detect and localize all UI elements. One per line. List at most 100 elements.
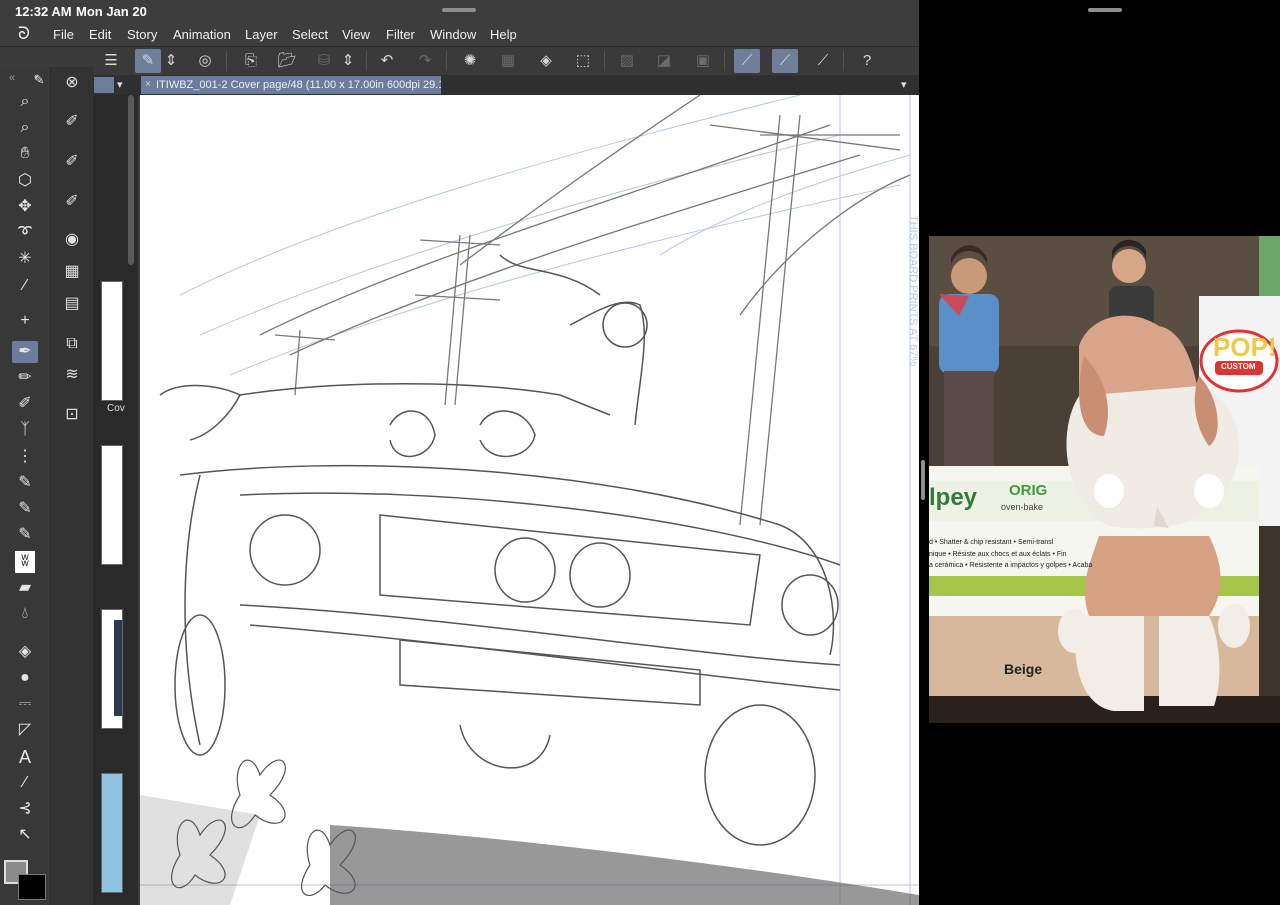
color-set-icon[interactable]: ▦ (59, 260, 85, 284)
ios-status-bar: 12:32 AM Mon Jan 20 (0, 0, 919, 22)
object-select-icon[interactable]: ⬡ (12, 170, 38, 192)
save-icon[interactable]: ⛁ (311, 49, 337, 73)
collapse-left-icon[interactable]: « (3, 67, 21, 89)
blend-icon[interactable]: ✎ (12, 524, 38, 546)
transform-icon[interactable]: ⬚ (570, 49, 596, 73)
tab-overflow-chevron-icon[interactable]: ▾ (901, 78, 907, 91)
correct-line-icon[interactable]: ↖ (12, 824, 38, 846)
menu-animation[interactable]: Animation (173, 27, 231, 42)
figure-icon[interactable]: ⎓ (12, 693, 38, 715)
tool-palette: « › ✎ ⌕ ⌕ ✋︎ ⬡ ✥ ➰︎ ✳︎ ⁄ + ✒︎ ✏︎ ✐ ᛉ ⋮ ✎… (0, 67, 50, 905)
zoom-out-icon[interactable]: ⌕ (12, 117, 38, 139)
eyedropper-icon[interactable]: ⁄ (12, 275, 38, 297)
new-file-icon[interactable]: ⎘ (238, 49, 264, 73)
brush-size-icon[interactable]: ✐ (59, 190, 85, 214)
paint-brush-icon[interactable]: ᛉ (12, 419, 38, 441)
close-tab-icon[interactable]: × (145, 76, 151, 94)
gradient-icon[interactable]: ● (12, 667, 38, 689)
fill-bucket-icon[interactable]: ◈ (12, 641, 38, 663)
tab-list-chevron-icon[interactable]: ▾ (117, 78, 123, 91)
page-thumbnail[interactable] (101, 773, 123, 893)
magic-wand-icon[interactable]: ✳︎ (12, 248, 38, 270)
marker-icon[interactable]: ✎ (12, 498, 38, 520)
ruler-snap-icon[interactable]: ⟋ (734, 49, 760, 73)
clear-icon[interactable]: ▦ (495, 49, 521, 73)
clip-studio-window: 12:32 AM Mon Jan 20 ᘐ File Edit Story An… (0, 0, 919, 905)
ruler-icon[interactable]: ∕ (12, 772, 38, 794)
page-caption: Cov (107, 403, 125, 414)
deselect-icon[interactable]: ▨ (614, 49, 640, 73)
loading-spinner-icon[interactable]: ✺ (457, 49, 483, 73)
zoom-icon[interactable]: ⌕ (12, 91, 38, 113)
sub-tool-palette: ⊗ ✐ ✐ ✐ ◉ ▦ ▤ ⧉ ≋ ⊡ (50, 67, 93, 905)
balloon-icon[interactable]: ⊰ (12, 798, 38, 820)
document-tab[interactable]: × ITIWBZ_001-2 Cover page/48 (11.00 x 17… (141, 76, 441, 94)
photo-scene (929, 236, 1280, 723)
hand-icon[interactable]: ✋︎ (12, 143, 38, 165)
airbrush-icon[interactable]: ⋮ (12, 446, 38, 468)
app-logo-icon[interactable]: ᘐ (14, 24, 34, 44)
help-icon[interactable]: ? (854, 49, 880, 73)
page-thumbnail[interactable] (101, 445, 123, 565)
snap-special-ruler-icon[interactable]: ⟋ (772, 49, 798, 73)
select-edge-icon[interactable]: ▣ (690, 49, 716, 73)
smudge-icon[interactable]: 💧︎ (12, 603, 38, 625)
box-text-line-3: a cerámica • Resistente a impactos y gol… (929, 562, 1093, 569)
menu-help[interactable]: Help (490, 27, 517, 42)
layer-search-icon[interactable]: ⧉ (59, 332, 85, 356)
menu-edit[interactable]: Edit (89, 27, 111, 42)
menu-window[interactable]: Window (430, 27, 476, 42)
redo-icon[interactable]: ↷ (412, 49, 438, 73)
open-folder-icon[interactable]: 📂︎ (274, 49, 300, 73)
split-view-handle[interactable] (921, 460, 925, 500)
tool-property-icon[interactable]: ✐ (59, 150, 85, 174)
multitask-grabber[interactable] (442, 8, 476, 12)
menu-file[interactable]: File (53, 27, 74, 42)
move-icon[interactable]: ✥ (12, 196, 38, 218)
invert-selection-icon[interactable]: ◪ (651, 49, 677, 73)
hamburger-menu-icon[interactable]: ☰ (98, 49, 124, 73)
layers-icon[interactable]: ≋ (59, 363, 85, 387)
text-icon[interactable]: A (12, 746, 38, 768)
page-navigator: Cov (93, 95, 138, 905)
drawing-canvas[interactable]: THIS BOARD PRINTS AT 67% (140, 95, 919, 905)
pen-icon[interactable]: ✒︎ (12, 341, 38, 363)
grass-brush-icon[interactable]: ʬ (15, 551, 35, 573)
edit-mode-icon[interactable]: ✎ (135, 49, 161, 73)
brush-icon[interactable]: ✐ (12, 393, 38, 415)
add-point-icon[interactable]: + (12, 310, 38, 332)
box-original: ORIG (1009, 482, 1048, 499)
color-wheel-icon[interactable]: ◉ (59, 228, 85, 252)
material-icon[interactable]: ⊡ (59, 403, 85, 427)
sub-color-swatch[interactable] (18, 874, 46, 900)
clip-studio-icon[interactable]: ◎ (192, 49, 218, 73)
fill-icon[interactable]: ◈ (533, 49, 559, 73)
pop-custom-label: CUSTOM (1221, 362, 1256, 371)
snap-grid-icon[interactable]: ⟋ (810, 49, 836, 73)
status-time: 12:32 AM (15, 4, 72, 19)
multitask-grabber-right[interactable] (1088, 8, 1122, 12)
lasso-icon[interactable]: ➰︎ (12, 222, 38, 244)
menu-select[interactable]: Select (292, 27, 328, 42)
page-thumbnail[interactable] (101, 609, 123, 729)
menu-filter[interactable]: Filter (386, 27, 415, 42)
page-thumbnail[interactable] (101, 281, 123, 401)
save-options-icon[interactable]: ⇕ (340, 49, 356, 73)
menu-story[interactable]: Story (127, 27, 157, 42)
frame-border-icon[interactable]: ◸ (12, 719, 38, 741)
layer-property-icon[interactable]: ⊗ (59, 71, 85, 95)
sub-tool-detail-icon[interactable]: ✐ (59, 110, 85, 134)
collapsed-tab[interactable] (94, 77, 114, 93)
menu-layer[interactable]: Layer (245, 27, 278, 42)
eraser-icon[interactable]: ▰ (12, 577, 38, 599)
brush-quick-icon[interactable]: ✎ (26, 69, 52, 91)
undo-icon[interactable]: ↶ (374, 49, 400, 73)
box-ovenbake: oven-bake (1001, 502, 1044, 512)
pencil-icon[interactable]: ✏︎ (12, 367, 38, 389)
color-history-icon[interactable]: ▤ (59, 292, 85, 316)
mode-toggle-icon[interactable]: ⇕ (163, 49, 179, 73)
document-tab-label: ITIWBZ_001-2 Cover page/48 (11.00 x 17.0… (156, 79, 441, 91)
menu-view[interactable]: View (342, 27, 370, 42)
navigator-scrollbar[interactable] (128, 95, 134, 265)
decoration-icon[interactable]: ✎ (12, 472, 38, 494)
